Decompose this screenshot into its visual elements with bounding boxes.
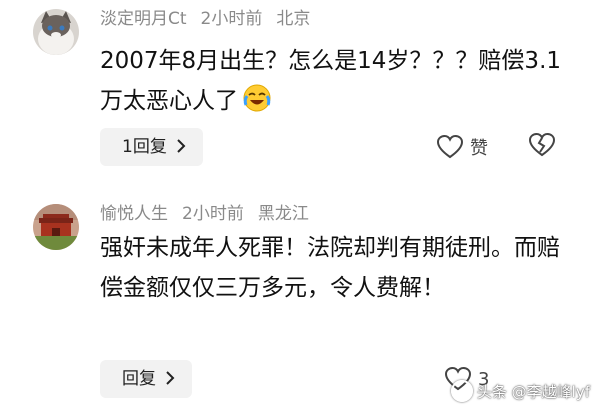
username[interactable]: 愉悦人生 [100, 204, 168, 224]
heart-icon [436, 134, 464, 159]
chevron-right-icon [177, 139, 186, 153]
comment-meta: 淡定明月Ct 2小时前 北京 [100, 7, 324, 31]
user-avatar[interactable] [33, 204, 79, 250]
comment-actions: 赞 [436, 128, 556, 166]
crying-laughing-face-icon [243, 84, 271, 112]
comment-text-content: 2007年8月出生？怎么是14岁？？？赔偿3.1万太恶心人了 [100, 48, 562, 114]
comment-text-content: 强奸未成年人死罪！法院却判有期徒刑。而赔偿金额仅仅三万多元，令人费解！ [100, 235, 560, 301]
comment-text: 强奸未成年人死罪！法院却判有期徒刑。而赔偿金额仅仅三万多元，令人费解！ [100, 228, 575, 308]
comment-item: 愉悦人生 2小时前 黑龙江 强奸未成年人死罪！法院却判有期徒刑。而赔偿金额仅仅三万多… [0, 190, 600, 410]
chevron-right-icon [166, 371, 175, 385]
reply-button[interactable]: 回复 [100, 360, 192, 398]
reply-button[interactable]: 1回复 [100, 128, 203, 166]
comment-meta: 愉悦人生 2小时前 黑龙江 [100, 202, 323, 226]
reply-label: 1回复 [122, 137, 167, 157]
like-label: 赞 [470, 138, 488, 159]
reply-label: 回复 [122, 369, 156, 389]
comment-location: 北京 [276, 9, 311, 29]
comment-item: 淡定明月Ct 2小时前 北京 2007年8月出生？怎么是14岁？？？赔偿3.1万太恶… [0, 0, 600, 190]
watermark-text: 头条 @李越峰lyf [476, 382, 590, 401]
dislike-button[interactable] [528, 132, 556, 162]
username[interactable]: 淡定明月Ct [100, 9, 187, 29]
watermark: 头条 @李越峰lyf [450, 380, 590, 402]
like-button[interactable]: 赞 [436, 134, 488, 160]
comment-text: 2007年8月出生？怎么是14岁？？？赔偿3.1万太恶心人了 [100, 41, 575, 121]
comment-time: 2小时前 [200, 9, 263, 29]
user-avatar[interactable] [33, 9, 79, 55]
comment-location: 黑龙江 [257, 204, 309, 224]
watermark-logo-icon [450, 380, 473, 402]
comment-time: 2小时前 [182, 204, 244, 224]
broken-heart-icon [528, 132, 556, 157]
